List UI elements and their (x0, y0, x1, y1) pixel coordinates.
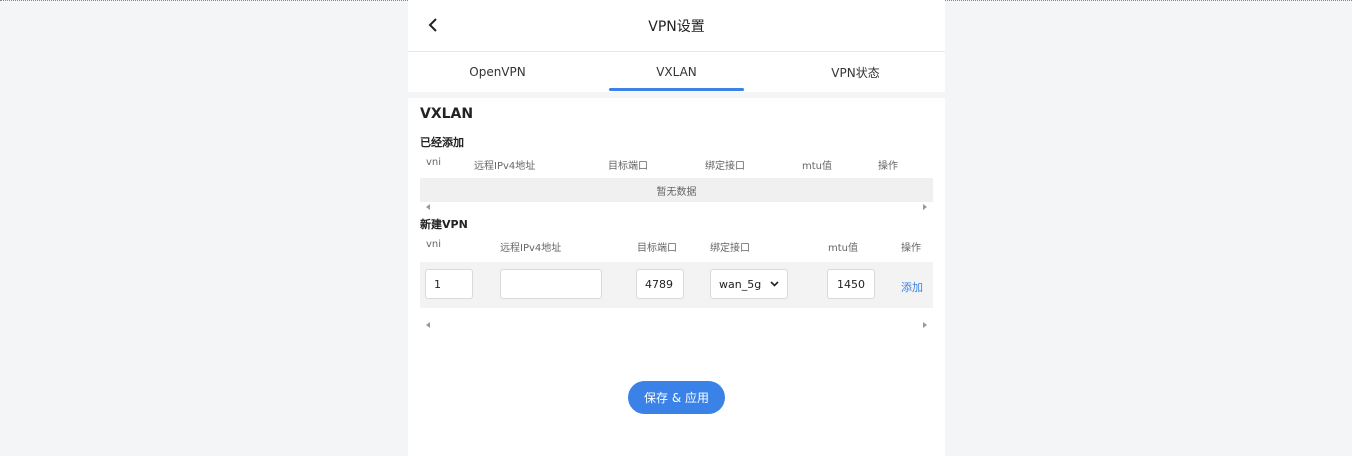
col-action: 操作 (901, 243, 921, 254)
chevron-left-icon (428, 18, 437, 32)
save-apply-button[interactable]: 保存 & 应用 (628, 381, 725, 414)
col-interface: 绑定接口 (710, 243, 750, 254)
new-vpn-table-header: vni 远程IPv4地址 目标端口 绑定接口 mtu值 操作 (408, 230, 945, 262)
header: VPN设置 (408, 0, 945, 52)
scroll-right-icon[interactable] (923, 322, 927, 328)
col-vni: vni (426, 239, 442, 250)
col-vni: vni (426, 157, 442, 168)
col-mtu: mtu值 (802, 161, 832, 172)
page-title: VPN设置 (648, 18, 705, 35)
col-interface: 绑定接口 (705, 161, 745, 172)
vpn-settings-panel: VPN设置 OpenVPN VXLAN VPN状态 VXLAN 已经添加 vni… (408, 0, 945, 456)
port-input[interactable]: 4789 (636, 269, 684, 299)
empty-placeholder: 暂无数据 (420, 178, 933, 202)
scroll-left-icon[interactable] (426, 322, 430, 328)
col-remote-ip: 远程IPv4地址 (500, 243, 562, 254)
added-table-header: vni 远程IPv4地址 目标端口 绑定接口 mtu值 操作 (408, 148, 945, 178)
tab-openvpn[interactable]: OpenVPN (408, 52, 587, 92)
interface-select[interactable]: wan_5g (710, 269, 788, 299)
new-vpn-title: 新建VPN (420, 218, 468, 231)
add-button[interactable]: 添加 (901, 279, 923, 295)
interface-value: wan_5g (719, 277, 762, 291)
added-title: 已经添加 (420, 136, 464, 149)
scroll-left-icon[interactable] (426, 204, 430, 210)
section-title: VXLAN (420, 106, 474, 122)
mtu-input[interactable]: 1450 (827, 269, 875, 299)
col-port: 目标端口 (637, 243, 677, 254)
col-port: 目标端口 (608, 161, 648, 172)
new-vpn-form-row: 1 4789 wan_5g 1450 添加 (420, 262, 933, 308)
tab-bar: OpenVPN VXLAN VPN状态 (408, 52, 945, 92)
new-vpn-scrollbar[interactable] (420, 320, 933, 332)
remote-ip-input[interactable] (500, 269, 602, 299)
tab-vxlan[interactable]: VXLAN (587, 52, 766, 92)
added-scrollbar[interactable] (420, 202, 933, 214)
back-button[interactable] (422, 14, 444, 36)
scroll-right-icon[interactable] (923, 204, 927, 210)
col-action: 操作 (878, 161, 898, 172)
tab-vpn-status[interactable]: VPN状态 (766, 52, 945, 92)
col-remote-ip: 远程IPv4地址 (474, 161, 536, 172)
col-mtu: mtu值 (828, 243, 858, 254)
vni-input[interactable]: 1 (425, 269, 473, 299)
chevron-down-icon (770, 281, 779, 287)
